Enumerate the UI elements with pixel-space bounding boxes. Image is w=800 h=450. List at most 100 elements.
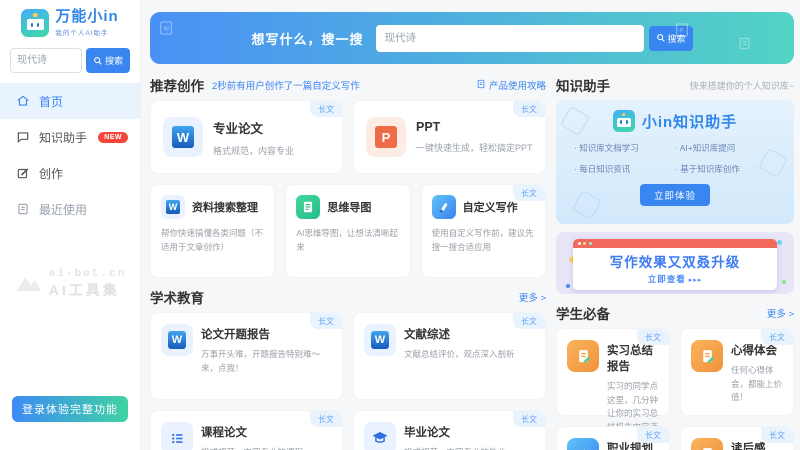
sidebar-search-button-label: 搜索 xyxy=(105,54,123,67)
try-now-button[interactable]: 立即体验 xyxy=(640,184,710,206)
graduation-cap-icon xyxy=(364,422,396,450)
sidebar-item-home[interactable]: 首页 xyxy=(0,83,140,119)
sidebar-nav: 首页 知识助手 NEW 创作 最近使用 xyxy=(0,83,140,227)
long-text-badge: 长文 xyxy=(513,185,545,201)
robot-logo-icon xyxy=(613,110,635,132)
search-icon xyxy=(656,33,666,43)
sidebar: 万能小in 我的个人AI助手 搜索 首页 知识助手 NEW 创 xyxy=(0,0,140,450)
card-title: 资料搜索整理 xyxy=(192,199,258,215)
card-desc: 格式规范，内容专业的课程 xyxy=(201,446,303,450)
academic-more-link[interactable]: 更多 > xyxy=(519,290,546,304)
report-doc-icon xyxy=(567,340,599,372)
long-text-badge: 长文 xyxy=(513,313,545,329)
card-book-review[interactable]: 长文 读后感 xyxy=(680,426,794,450)
card-title: 文献综述 xyxy=(404,326,515,342)
card-desc: 任何心得体会，都能上价值！ xyxy=(731,364,783,405)
card-graduation-thesis[interactable]: 长文 毕业论文 格式规范，内容专业的毕业 xyxy=(353,410,546,450)
card-desc: 文献总结评价，观点深入剖析 xyxy=(404,348,515,362)
home-icon xyxy=(16,94,30,108)
long-text-badge: 长文 xyxy=(310,313,342,329)
report-doc-icon xyxy=(691,340,723,372)
card-desc: 格式规范，内容专业的毕业 xyxy=(404,446,506,450)
student-more-link[interactable]: 更多 > xyxy=(767,306,794,320)
promo-view-now-link[interactable]: 立即查看 xyxy=(577,273,774,285)
card-internship-report[interactable]: 长文 实习总结报告 实习的同学点这里，几分钟让你的实习总结报告内容满满 xyxy=(556,328,670,416)
card-custom-writing[interactable]: 长文 自定义写作 使用自定义写作前，建议先搜一搜合适应用 xyxy=(421,184,546,278)
search-icon xyxy=(93,56,103,66)
edit-icon xyxy=(16,166,30,180)
watermark-title: AI工具集 xyxy=(49,280,126,300)
report-doc-icon xyxy=(691,438,723,450)
app-logo: 万能小in 我的个人AI助手 xyxy=(0,0,140,44)
kb-feature: · AI+知识库提问 xyxy=(675,142,776,154)
knowledge-assistant-panel[interactable]: 小in知识助手 · 知识库文档学习 · AI+知识库提问 · 每日知识资讯 · … xyxy=(556,100,794,224)
svg-text:W: W xyxy=(163,27,169,33)
upgrade-promo-banner[interactable]: 写作效果又双叒升级 立即查看 xyxy=(556,232,794,294)
card-title: 毕业论文 xyxy=(404,424,506,440)
card-professional-paper[interactable]: 长文 W 专业论文 格式规范，内容专业 xyxy=(150,100,343,174)
login-button[interactable]: 登录体验完整功能 xyxy=(12,396,128,422)
card-title: 课程论文 xyxy=(201,424,303,440)
product-guide-link[interactable]: 产品使用攻略 xyxy=(476,78,546,92)
app-window: 万能小in 我的个人AI助手 搜索 首页 知识助手 NEW 创 xyxy=(0,0,800,450)
sidebar-item-recent[interactable]: 最近使用 xyxy=(0,191,140,227)
card-reflections[interactable]: 长文 心得体会 任何心得体会，都能上价值！ xyxy=(680,328,794,416)
guide-doc-icon xyxy=(476,79,486,92)
word-icon: W xyxy=(163,117,203,157)
card-title: 实习总结报告 xyxy=(607,342,659,374)
recent-doc-icon xyxy=(16,202,30,216)
long-text-badge: 长文 xyxy=(637,427,669,443)
banner-search-input[interactable] xyxy=(376,25,644,52)
long-text-badge: 长文 xyxy=(310,101,342,117)
browser-titlebar xyxy=(573,239,778,248)
long-text-badge: 长文 xyxy=(637,329,669,345)
pen-icon xyxy=(432,195,456,219)
doc-watermark-icon xyxy=(737,36,752,56)
pen-icon xyxy=(567,438,599,450)
card-title: 专业论文 xyxy=(213,118,294,137)
card-title: 论文开题报告 xyxy=(201,326,332,342)
card-literature-review[interactable]: 长文 W 文献综述 文献总结评价，观点深入剖析 xyxy=(353,312,546,400)
product-guide-label: 产品使用攻略 xyxy=(489,78,546,92)
sidebar-search-input[interactable] xyxy=(10,48,82,73)
ai-bot-watermark: ai-bot.cn AI工具集 xyxy=(0,266,140,301)
sidebar-item-label: 最近使用 xyxy=(39,201,87,218)
card-ppt[interactable]: 长文 P PPT 一键快速生成，轻松搞定PPT xyxy=(353,100,546,174)
ppt-doc-watermark-icon: P xyxy=(674,22,690,43)
app-tagline: 我的个人AI助手 xyxy=(55,27,118,37)
word-doc-watermark-icon: W xyxy=(158,20,174,41)
sidebar-item-knowledge[interactable]: 知识助手 NEW xyxy=(0,119,140,155)
long-text-badge: 长文 xyxy=(310,411,342,427)
recommend-title: 推荐创作 xyxy=(150,75,204,95)
knowledge-panel-title: 小in知识助手 xyxy=(642,111,737,132)
sidebar-item-label: 创作 xyxy=(39,165,63,182)
long-text-badge: 长文 xyxy=(513,411,545,427)
card-career-plan[interactable]: 长文 职业规划书 xyxy=(556,426,670,450)
card-course-paper[interactable]: 长文 课程论文 格式规范，内容专业的课程 xyxy=(150,410,343,450)
sidebar-search-button[interactable]: 搜索 xyxy=(86,48,130,73)
card-desc: 帮你快速搞懂各类问题（不适用于文章创作） xyxy=(161,227,264,254)
long-text-badge: 长文 xyxy=(513,101,545,117)
sidebar-item-create[interactable]: 创作 xyxy=(0,155,140,191)
recommend-column: 推荐创作 2秒前有用户创作了一篇自定义写作 产品使用攻略 长文 W 专业论文 xyxy=(150,70,546,450)
watermark-domain: ai-bot.cn xyxy=(49,268,126,280)
card-research-search[interactable]: W 资料搜索整理 帮你快速搞懂各类问题（不适用于文章创作） xyxy=(150,184,275,278)
card-mindmap[interactable]: 思维导图 AI思维导图，让想法清晰起来 xyxy=(285,184,410,278)
card-thesis-proposal[interactable]: 长文 W 论文开题报告 万事开头难，开题报告特别难～来，点我！ xyxy=(150,312,343,400)
main-content: W P 想写什么，搜一搜 搜索 推荐创作 2秒前有用户创作了一篇自定义写作 xyxy=(140,0,800,450)
kb-feature: · 每日知识资讯 xyxy=(574,163,675,175)
card-title: PPT xyxy=(416,120,533,134)
new-badge: NEW xyxy=(98,132,128,143)
mountain-logo-icon xyxy=(14,266,44,301)
list-doc-icon xyxy=(161,422,193,450)
card-desc: 一键快速生成，轻松搞定PPT xyxy=(416,141,533,154)
hero-banner: W P 想写什么，搜一搜 搜索 xyxy=(150,12,794,64)
sidebar-item-label: 首页 xyxy=(39,93,63,110)
card-desc: 格式规范，内容专业 xyxy=(213,144,294,157)
card-desc: 万事开头难，开题报告特别难～来，点我！ xyxy=(201,348,332,375)
academic-section-title: 学术教育 xyxy=(150,287,204,307)
card-title: 读后感 xyxy=(731,440,766,450)
knowledge-section-title: 知识助手 xyxy=(556,75,610,95)
card-desc: 使用自定义写作前，建议先搜一搜合适应用 xyxy=(432,227,535,254)
student-section-title: 学生必备 xyxy=(556,303,610,323)
